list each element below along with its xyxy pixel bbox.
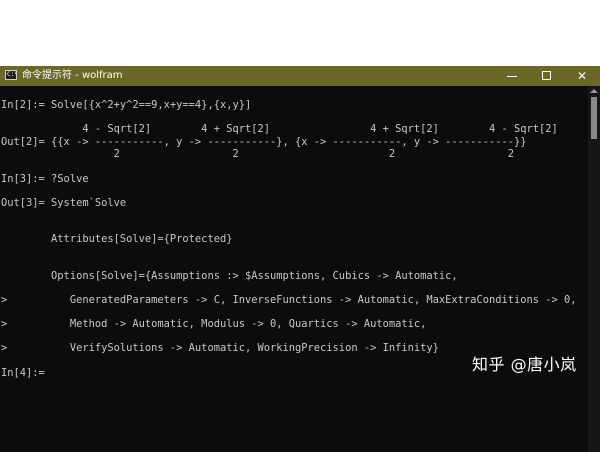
console-line-in3: In[3]:= ?Solve [1,173,89,185]
command-prompt-icon[interactable]: C:\ [5,70,17,80]
vertical-scrollbar[interactable] [588,86,600,452]
maximize-icon [542,71,551,80]
minimize-button[interactable] [496,66,528,86]
console-line-out2-numerators: 4 - Sqrt[2] 4 + Sqrt[2] 4 + Sqrt[2] 4 - … [1,123,558,135]
console-line-options-cont-2: > Method -> Automatic, Modulus -> 0, Qua… [1,318,427,330]
console-line-options-cont-1: > GeneratedParameters -> C, InverseFunct… [1,294,577,306]
command-prompt-window: C:\ 命令提示符 - wolfram ✕ In[2]:= Solve[{x^2… [0,66,600,452]
console-line-options-cont-3: > VerifySolutions -> Automatic, WorkingP… [1,342,439,354]
zhihu-watermark: 知乎 @唐小岚 [472,355,577,374]
close-button[interactable]: ✕ [566,66,598,86]
console-prompt-in4[interactable]: In[4]:= [1,367,45,380]
console-line-out3: Out[3]= System`Solve [1,197,127,209]
scrollbar-thumb[interactable] [591,97,597,139]
console-line-options: Options[Solve]={Assumptions :> $Assumpti… [1,270,458,282]
minimize-icon [507,76,517,77]
console-line-attributes: Attributes[Solve]={Protected} [1,233,233,245]
title-bar[interactable]: C:\ 命令提示符 - wolfram ✕ [0,66,600,86]
scroll-up-arrow-icon[interactable] [590,89,598,93]
maximize-button[interactable] [531,66,563,86]
window-title: 命令提示符 - wolfram [22,70,123,81]
console-output[interactable]: In[2]:= Solve[{x^2+y^2==9,x+y==4},{x,y}]… [0,86,588,452]
console-line-in2: In[2]:= Solve[{x^2+y^2==9,x+y==4},{x,y}] [1,99,252,111]
close-icon: ✕ [576,69,588,83]
console-line-out2-denominators: 2 2 2 2 [1,148,514,160]
